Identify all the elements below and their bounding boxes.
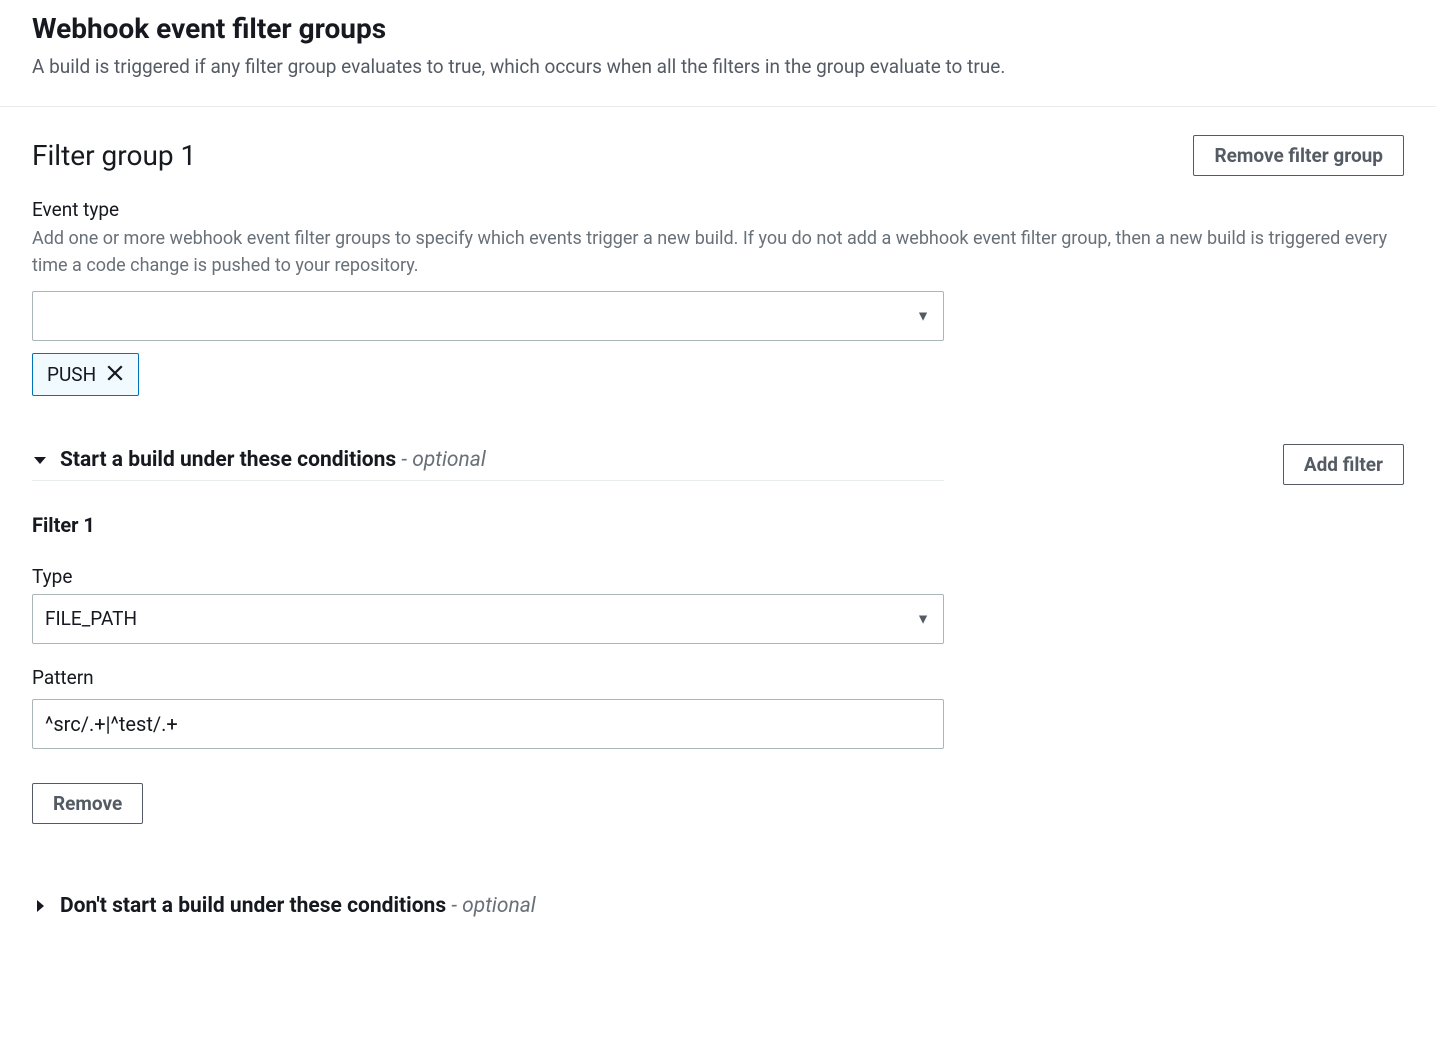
page-description: A build is triggered if any filter group…: [32, 53, 1404, 82]
add-filter-button[interactable]: Add filter: [1283, 444, 1404, 485]
start-conditions-title: Start a build under these conditions - o…: [60, 448, 486, 472]
token-remove-button[interactable]: [106, 364, 124, 385]
token-label: PUSH: [47, 363, 96, 386]
event-type-label: Event type: [32, 198, 1404, 221]
filter-type-select[interactable]: FILE_PATH: [32, 594, 944, 644]
caret-right-icon: [32, 898, 48, 914]
remove-filter-group-button[interactable]: Remove filter group: [1193, 135, 1404, 176]
page-title: Webhook event filter groups: [32, 12, 1404, 45]
filter-pattern-input[interactable]: [32, 699, 944, 749]
close-icon: [106, 364, 124, 385]
start-conditions-header[interactable]: Start a build under these conditions - o…: [32, 448, 944, 481]
event-type-select[interactable]: [32, 291, 944, 341]
filter-group-title: Filter group 1: [32, 139, 196, 172]
caret-down-icon: [32, 452, 48, 468]
event-type-tokens: PUSH: [32, 353, 1404, 396]
remove-filter-button[interactable]: Remove: [32, 783, 143, 824]
event-type-field: Event type Add one or more webhook event…: [32, 198, 1404, 396]
dont-start-conditions-header[interactable]: Don't start a build under these conditio…: [32, 894, 944, 918]
event-type-token: PUSH: [32, 353, 139, 396]
dont-start-conditions-title: Don't start a build under these conditio…: [60, 894, 536, 918]
filter-title: Filter 1: [32, 513, 1404, 537]
filter-block: Filter 1 Type FILE_PATH ▼ Pattern Remove: [32, 513, 1404, 824]
filter-pattern-label: Pattern: [32, 666, 1404, 689]
filter-type-label: Type: [32, 565, 1404, 588]
filter-group-header: Filter group 1 Remove filter group: [32, 135, 1404, 176]
event-type-description: Add one or more webhook event filter gro…: [32, 225, 1404, 279]
section-divider: [0, 106, 1436, 107]
